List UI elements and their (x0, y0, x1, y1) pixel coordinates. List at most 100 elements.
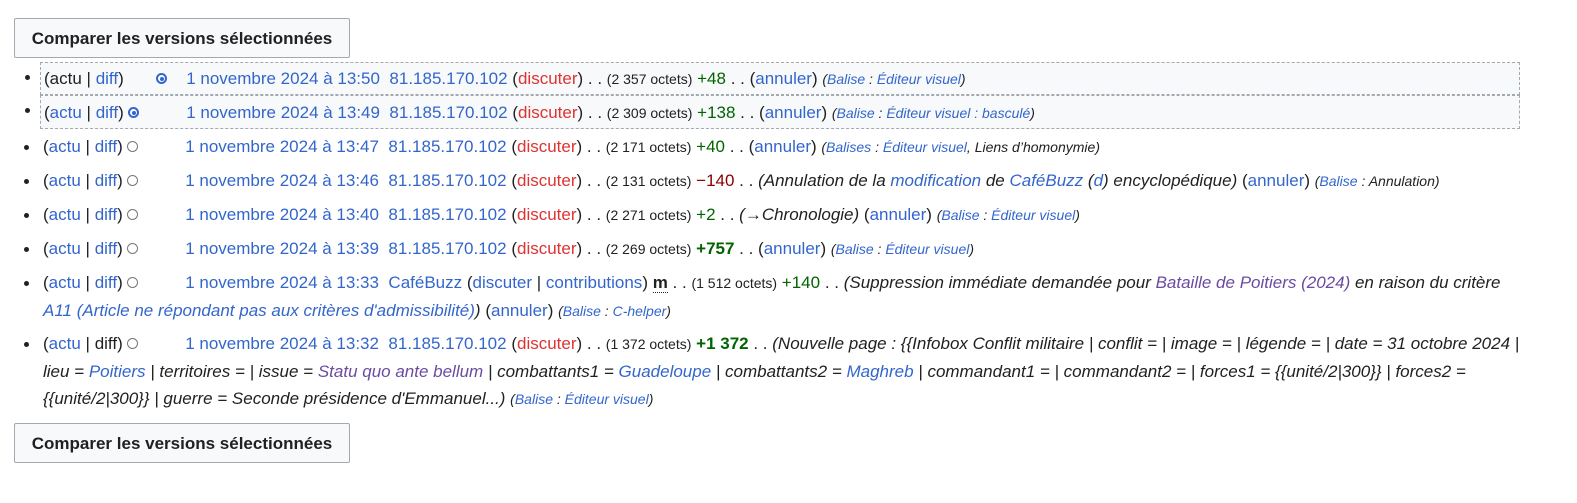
radio-older[interactable] (126, 243, 138, 254)
list-bullet (24, 179, 29, 184)
talk-link[interactable]: discuter (517, 239, 577, 258)
tags: (Balise : Éditeur visuel) (830, 241, 975, 257)
revision-date-link[interactable]: 1 novembre 2024 à 13:47 (185, 137, 379, 156)
actu-label: actu (49, 69, 82, 88)
edit-summary: (→Chronologie) (739, 205, 860, 224)
tag-text: Liens d’homonymie (974, 139, 1096, 155)
page-size: (1 512 octets) (691, 275, 778, 291)
summary-link[interactable]: modification (890, 171, 981, 190)
radio-older[interactable] (126, 175, 138, 186)
revision-date-link[interactable]: 1 novembre 2024 à 13:40 (185, 205, 379, 224)
undo-link[interactable]: annuler (765, 103, 822, 122)
page-size: (2 131 octets) (605, 173, 692, 189)
undo-link[interactable]: annuler (754, 137, 811, 156)
actu-link[interactable]: actu (49, 171, 81, 190)
contributions-link[interactable]: contributions (546, 273, 642, 292)
tag-link[interactable]: Éditeur visuel (877, 71, 961, 87)
tag-link[interactable]: Éditeur visuel : basculé (886, 105, 1030, 121)
radio-older[interactable] (126, 338, 138, 349)
radio-older[interactable] (126, 209, 138, 220)
tag-link[interactable]: Éditeur visuel (883, 139, 967, 155)
tag-text: Annulation (1368, 173, 1435, 189)
talk-link[interactable]: discuter (518, 103, 578, 122)
revision-date-link[interactable]: 1 novembre 2024 à 13:50 (186, 69, 380, 88)
summary-link[interactable]: Maghreb (846, 362, 913, 381)
user-link[interactable]: 81.185.170.102 (389, 69, 507, 88)
diff-link[interactable]: diff (95, 273, 117, 292)
user-link[interactable]: 81.185.170.102 (388, 171, 506, 190)
list-bullet (25, 75, 30, 80)
user-link[interactable]: CaféBuzz (388, 273, 462, 292)
tag-link[interactable]: C-helper (613, 303, 667, 319)
diff-link[interactable]: diff (95, 137, 117, 156)
list-bullet (24, 213, 29, 218)
actu-link[interactable]: actu (49, 334, 81, 353)
tag-link[interactable]: Éditeur visuel (991, 207, 1075, 223)
radio-older[interactable] (126, 141, 138, 152)
diff-link[interactable]: diff (95, 171, 117, 190)
summary-link[interactable]: CaféBuzz (1009, 171, 1083, 190)
revision-row: (actu | diff) 1 novembre 2024 à 13:40 81… (24, 201, 1520, 229)
diff-link[interactable]: diff (95, 239, 117, 258)
revision-date-link[interactable]: 1 novembre 2024 à 13:32 (185, 334, 379, 353)
summary-link[interactable]: Guadeloupe (619, 362, 712, 381)
tag-prefix-link[interactable]: Balise (1319, 173, 1357, 189)
list-bullet (24, 281, 29, 286)
tag-prefix-link[interactable]: Balise (837, 105, 875, 121)
tags: (Balise : Éditeur visuel) (936, 207, 1080, 223)
compare-versions-button-bottom[interactable]: Comparer les versions sélectionnées (14, 423, 350, 463)
tags: (Balise : Éditeur visuel : basculé) (831, 105, 1035, 121)
minor-edit-badge: m (652, 273, 668, 293)
actu-link[interactable]: actu (49, 205, 81, 224)
tag-prefix-link[interactable]: Balise (563, 303, 601, 319)
diff-link[interactable]: diff (96, 69, 118, 88)
talk-link[interactable]: discuter (518, 69, 578, 88)
user-link[interactable]: 81.185.170.102 (388, 137, 506, 156)
tag-prefix-link[interactable]: Balise (827, 71, 865, 87)
user-link[interactable]: 81.185.170.102 (389, 103, 507, 122)
tag-prefix-link[interactable]: Balise (836, 241, 874, 257)
diff-link[interactable]: diff (95, 205, 117, 224)
tags: (Balise : Éditeur visuel) (510, 391, 654, 407)
revision-date-link[interactable]: 1 novembre 2024 à 13:46 (185, 171, 379, 190)
tag-link[interactable]: Éditeur visuel (565, 391, 649, 407)
compare-versions-button-top[interactable]: Comparer les versions sélectionnées (14, 18, 350, 58)
undo-link[interactable]: annuler (870, 205, 927, 224)
talk-link[interactable]: discuter (517, 334, 577, 353)
radio-older[interactable] (127, 107, 139, 118)
talk-link[interactable]: discuter (517, 137, 577, 156)
radio-newer[interactable] (156, 73, 168, 84)
tag-prefix-link[interactable]: Balise (941, 207, 979, 223)
revision-row: (actu | diff) 1 novembre 2024 à 13:47 81… (24, 133, 1520, 161)
actu-link[interactable]: actu (49, 239, 81, 258)
tag-prefix-link[interactable]: Balise (515, 391, 553, 407)
summary-link[interactable]: A11 (Article ne répondant pas aux critèr… (43, 301, 475, 320)
undo-link[interactable]: annuler (1248, 171, 1305, 190)
summary-link[interactable]: Bataille de Poitiers (2024) (1156, 273, 1351, 292)
user-link[interactable]: 81.185.170.102 (388, 205, 506, 224)
tag-prefix-link[interactable]: Balises (826, 139, 871, 155)
user-link[interactable]: 81.185.170.102 (388, 239, 506, 258)
tags: (Balises : Éditeur visuel, Liens d’homon… (821, 139, 1100, 155)
diff-link[interactable]: diff (96, 103, 118, 122)
actu-link[interactable]: actu (49, 137, 81, 156)
actu-link[interactable]: actu (50, 103, 82, 122)
list-bullet (24, 145, 29, 150)
summary-link[interactable]: Statu quo ante bellum (318, 362, 483, 381)
undo-link[interactable]: annuler (755, 69, 812, 88)
diff-label: diff (94, 334, 118, 353)
radio-older[interactable] (126, 277, 138, 288)
talk-link[interactable]: discuter (517, 205, 577, 224)
undo-link[interactable]: annuler (764, 239, 821, 258)
actu-link[interactable]: actu (49, 273, 81, 292)
summary-link[interactable]: d (1094, 171, 1103, 190)
talk-link[interactable]: discuter (517, 171, 577, 190)
revision-date-link[interactable]: 1 novembre 2024 à 13:49 (186, 103, 380, 122)
tag-link[interactable]: Éditeur visuel (885, 241, 969, 257)
summary-link[interactable]: Poitiers (89, 362, 146, 381)
revision-date-link[interactable]: 1 novembre 2024 à 13:39 (185, 239, 379, 258)
user-link[interactable]: 81.185.170.102 (388, 334, 506, 353)
undo-link[interactable]: annuler (491, 301, 548, 320)
revision-date-link[interactable]: 1 novembre 2024 à 13:33 (185, 273, 379, 292)
talk-link[interactable]: discuter (473, 273, 533, 292)
